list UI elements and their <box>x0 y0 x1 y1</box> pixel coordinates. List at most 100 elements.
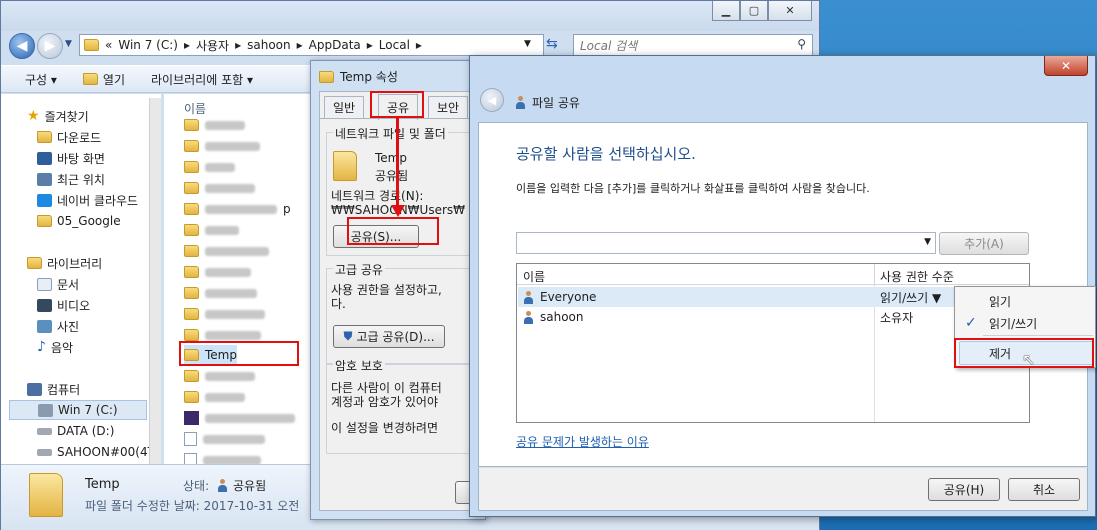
menu-item-read[interactable]: 읽기 <box>989 293 1011 310</box>
cancel-button[interactable]: 취소 <box>1008 478 1080 501</box>
nav-label: 사진 <box>57 319 80 334</box>
nav-documents[interactable]: 문서 <box>37 274 79 294</box>
search-icon[interactable]: ⚲ <box>797 37 806 51</box>
close-button[interactable]: ✕ <box>1044 56 1088 76</box>
column-divider[interactable] <box>874 264 875 284</box>
nav-recent[interactable]: 최근 위치 <box>37 169 105 189</box>
list-item[interactable] <box>184 115 245 135</box>
breadcrumb-separator-icon[interactable]: ▸ <box>367 38 373 52</box>
nav-google[interactable]: 05_Google <box>37 211 121 231</box>
tab-general[interactable]: 일반 <box>324 96 365 118</box>
properties-titlebar: Temp 속성 <box>319 68 398 85</box>
share-confirm-button[interactable]: 공유(H) <box>928 478 1000 501</box>
folder-icon <box>333 151 357 181</box>
open-button-label: 열기 <box>102 72 126 87</box>
troubleshoot-link[interactable]: 공유 문제가 발생하는 이유 <box>516 433 649 450</box>
documents-icon <box>37 277 52 291</box>
address-segment[interactable]: Local <box>379 38 410 52</box>
drive-icon <box>37 427 52 435</box>
address-segment[interactable]: Win 7 (C:) <box>118 38 178 52</box>
address-segment[interactable]: « <box>105 38 112 52</box>
explorer-titlebar <box>1 1 819 31</box>
permission-dropdown[interactable]: 읽기/쓰기 ▼ <box>880 289 941 306</box>
nav-videos[interactable]: 비디오 <box>37 295 90 315</box>
folder-icon <box>84 39 99 51</box>
nav-naver-cloud[interactable]: 네이버 클라우드 <box>37 190 138 210</box>
recent-pages-chevron-icon[interactable]: ▼ <box>65 39 72 49</box>
list-item[interactable] <box>184 220 239 240</box>
blurred-name <box>205 141 260 151</box>
wizard-title: 파일 공유 <box>514 94 580 111</box>
list-item[interactable] <box>184 366 255 386</box>
dropdown-arrow-icon[interactable]: ▼ <box>924 237 931 247</box>
list-item[interactable] <box>184 241 269 261</box>
table-row[interactable]: sahoon 소유자 <box>518 307 913 327</box>
address-bar[interactable]: « Win 7 (C:) ▸ 사용자 ▸ sahoon ▸ AppData ▸ … <box>79 34 544 56</box>
address-segment[interactable]: AppData <box>309 38 361 52</box>
breadcrumb-separator-icon[interactable]: ▸ <box>235 38 241 52</box>
blurred-name <box>205 330 261 340</box>
nav-pictures[interactable]: 사진 <box>37 316 79 336</box>
nav-label: 네이버 클라우드 <box>57 193 139 208</box>
include-in-library-button[interactable]: 라이브러리에 포함 ▾ <box>151 71 253 88</box>
nav-drive-c[interactable]: Win 7 (C:) <box>9 400 147 420</box>
file-icon <box>184 432 197 446</box>
checkmark-icon: ✓ <box>965 315 977 331</box>
forward-icon[interactable]: ▶ <box>37 33 63 59</box>
table-row[interactable]: Everyone 읽기/쓰기 ▼ <box>518 287 1028 307</box>
nav-network-drive[interactable]: SAHOON#00(4T <box>37 442 155 462</box>
list-item[interactable] <box>184 283 257 303</box>
maximize-button[interactable]: ▢ <box>740 1 768 21</box>
address-dropdown-icon[interactable]: ▼ <box>524 39 531 49</box>
user-name-combobox[interactable]: ▼ <box>516 232 936 254</box>
back-icon[interactable]: ◀ <box>480 88 504 112</box>
column-header-name[interactable]: 이름 <box>523 268 545 285</box>
back-icon[interactable]: ◀ <box>9 33 35 59</box>
refresh-icon[interactable]: ⇆ <box>546 36 558 52</box>
list-item[interactable] <box>184 178 255 198</box>
column-header-permission[interactable]: 사용 권한 수준 <box>880 268 954 285</box>
breadcrumb-separator-icon[interactable]: ▸ <box>184 38 190 52</box>
nav-drive-d[interactable]: DATA (D:) <box>37 421 114 441</box>
nav-desktop[interactable]: 바탕 화면 <box>37 148 105 168</box>
nav-music[interactable]: ♪ 음악 <box>37 337 73 357</box>
list-item[interactable] <box>184 136 260 156</box>
videos-icon <box>37 298 52 312</box>
list-item[interactable] <box>184 408 295 428</box>
group-label: 네트워크 파일 및 폴더 <box>333 125 448 142</box>
menu-item-read-write[interactable]: 읽기/쓰기 <box>989 315 1037 332</box>
advanced-sharing-button[interactable]: ⛊ 고급 공유(D)... <box>333 325 445 348</box>
pictures-icon <box>37 319 52 333</box>
blurred-name <box>205 162 235 172</box>
details-status: 공유됨 <box>216 477 266 494</box>
nav-libraries[interactable]: 라이브러리 <box>27 253 102 273</box>
organize-button[interactable]: 구성 ▾ <box>25 71 57 88</box>
breadcrumb-separator-icon[interactable]: ▸ <box>416 38 422 52</box>
group-users-icon <box>522 290 535 304</box>
list-item[interactable] <box>184 157 235 177</box>
add-button[interactable]: 추가(A) <box>939 232 1029 255</box>
tab-security[interactable]: 보안 <box>428 96 469 118</box>
list-item[interactable] <box>184 304 265 324</box>
address-segment[interactable]: 사용자 <box>196 37 229 54</box>
folder-icon <box>184 287 199 299</box>
advanced-sharing-text: 다. <box>331 297 346 311</box>
close-button[interactable]: ✕ <box>768 1 812 21</box>
nav-computer[interactable]: 컴퓨터 <box>27 379 80 399</box>
nav-favorites[interactable]: ★ 즐겨찾기 <box>27 106 89 126</box>
list-item[interactable] <box>184 429 265 449</box>
nav-downloads[interactable]: 다운로드 <box>37 127 101 147</box>
breadcrumb-separator-icon[interactable]: ▸ <box>297 38 303 52</box>
address-segment[interactable]: sahoon <box>247 38 291 52</box>
menu-separator <box>983 335 1093 336</box>
list-item[interactable]: p <box>184 199 291 219</box>
user-name: sahoon <box>540 310 584 324</box>
minimize-button[interactable]: ▁ <box>712 1 740 21</box>
network-path-label: 네트워크 경로(N): <box>331 189 424 203</box>
search-input[interactable]: Local 검색 ⚲ <box>573 34 813 56</box>
blurred-name <box>205 392 245 402</box>
open-button[interactable]: 열기 <box>82 71 126 88</box>
list-item[interactable] <box>184 262 251 282</box>
list-item[interactable] <box>184 387 245 407</box>
nav-scrollbar[interactable] <box>149 98 161 464</box>
